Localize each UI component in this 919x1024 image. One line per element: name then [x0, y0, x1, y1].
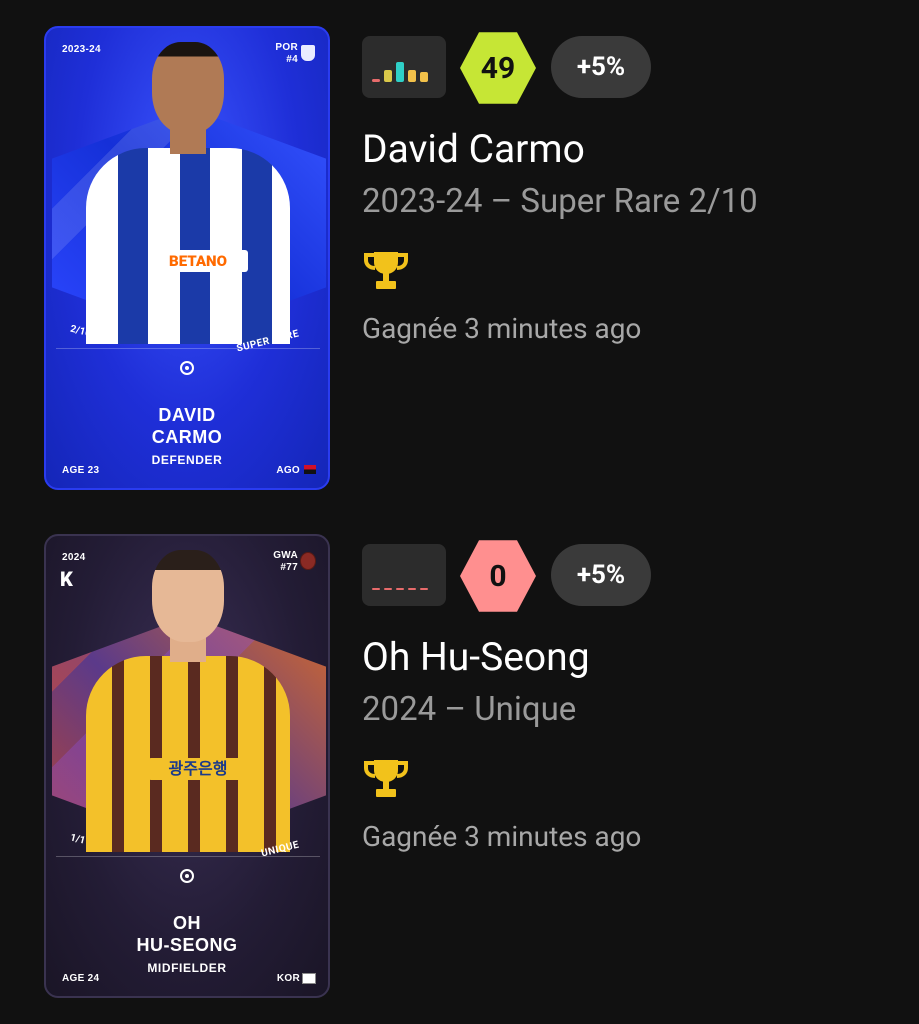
score-badge: 0 — [460, 540, 536, 612]
card-subtitle: 2024 – Unique — [362, 690, 577, 729]
player-image: 광주은행 — [74, 544, 304, 852]
form-bar — [396, 62, 404, 82]
form-chart[interactable] — [362, 544, 446, 606]
form-bar — [408, 588, 416, 590]
card-club: GWA #77 — [273, 550, 298, 573]
card-player-name: OH HU-SEONG — [136, 913, 238, 955]
card-season: 2023-24 — [62, 44, 101, 55]
card-subtitle: 2023-24 – Super Rare 2/10 — [362, 182, 758, 221]
form-bar — [396, 588, 404, 590]
won-timestamp: Gagnée 3 minutes ago — [362, 820, 642, 853]
bonus-badge: +5% — [551, 36, 651, 98]
card-player-name: DAVID CARMO — [151, 405, 223, 447]
trophy-icon — [364, 252, 408, 289]
score-badge: 49 — [460, 32, 536, 104]
form-bar — [384, 70, 392, 82]
player-name[interactable]: Oh Hu-Seong — [362, 634, 590, 680]
card-season: 2024 — [62, 552, 86, 563]
sponsor-logo: 광주은행 — [148, 758, 248, 780]
bonus-badge: +5% — [551, 544, 651, 606]
form-chart[interactable] — [362, 36, 446, 98]
club-crest-icon — [300, 552, 316, 570]
card-nationality: KOR — [276, 973, 300, 984]
sponsor-logo: BETANO — [148, 250, 248, 272]
form-bar — [408, 70, 416, 82]
player-image: BETANO — [74, 36, 304, 344]
card-serial: 1/1 — [68, 832, 87, 847]
form-bars — [372, 62, 428, 82]
card-emblem-icon — [180, 869, 194, 883]
league-logo-icon: K — [60, 567, 73, 591]
form-bar — [372, 588, 380, 590]
card-nationality: AGO — [276, 465, 300, 476]
player-card[interactable]: BETANO 2023-24 POR #4 2/10 SUPER RARE DAV… — [44, 26, 330, 490]
form-bar — [420, 588, 428, 590]
card-club: POR #4 — [275, 42, 298, 65]
form-bar — [384, 588, 392, 590]
flag-icon — [302, 973, 316, 984]
card-emblem-icon — [180, 361, 194, 375]
card-age: AGE 23 — [62, 465, 100, 476]
trophy-icon — [364, 760, 408, 797]
club-crest-icon — [300, 44, 316, 62]
form-bar — [420, 72, 428, 82]
player-card[interactable]: 광주은행 2024 K GWA #77 1/1 UNIQUE OH HU-SEONG… — [44, 534, 330, 998]
card-age: AGE 24 — [62, 973, 100, 984]
form-bars — [372, 588, 428, 590]
player-name[interactable]: David Carmo — [362, 126, 585, 172]
won-timestamp: Gagnée 3 minutes ago — [362, 312, 642, 345]
flag-icon — [304, 465, 316, 474]
form-bar — [372, 79, 380, 82]
